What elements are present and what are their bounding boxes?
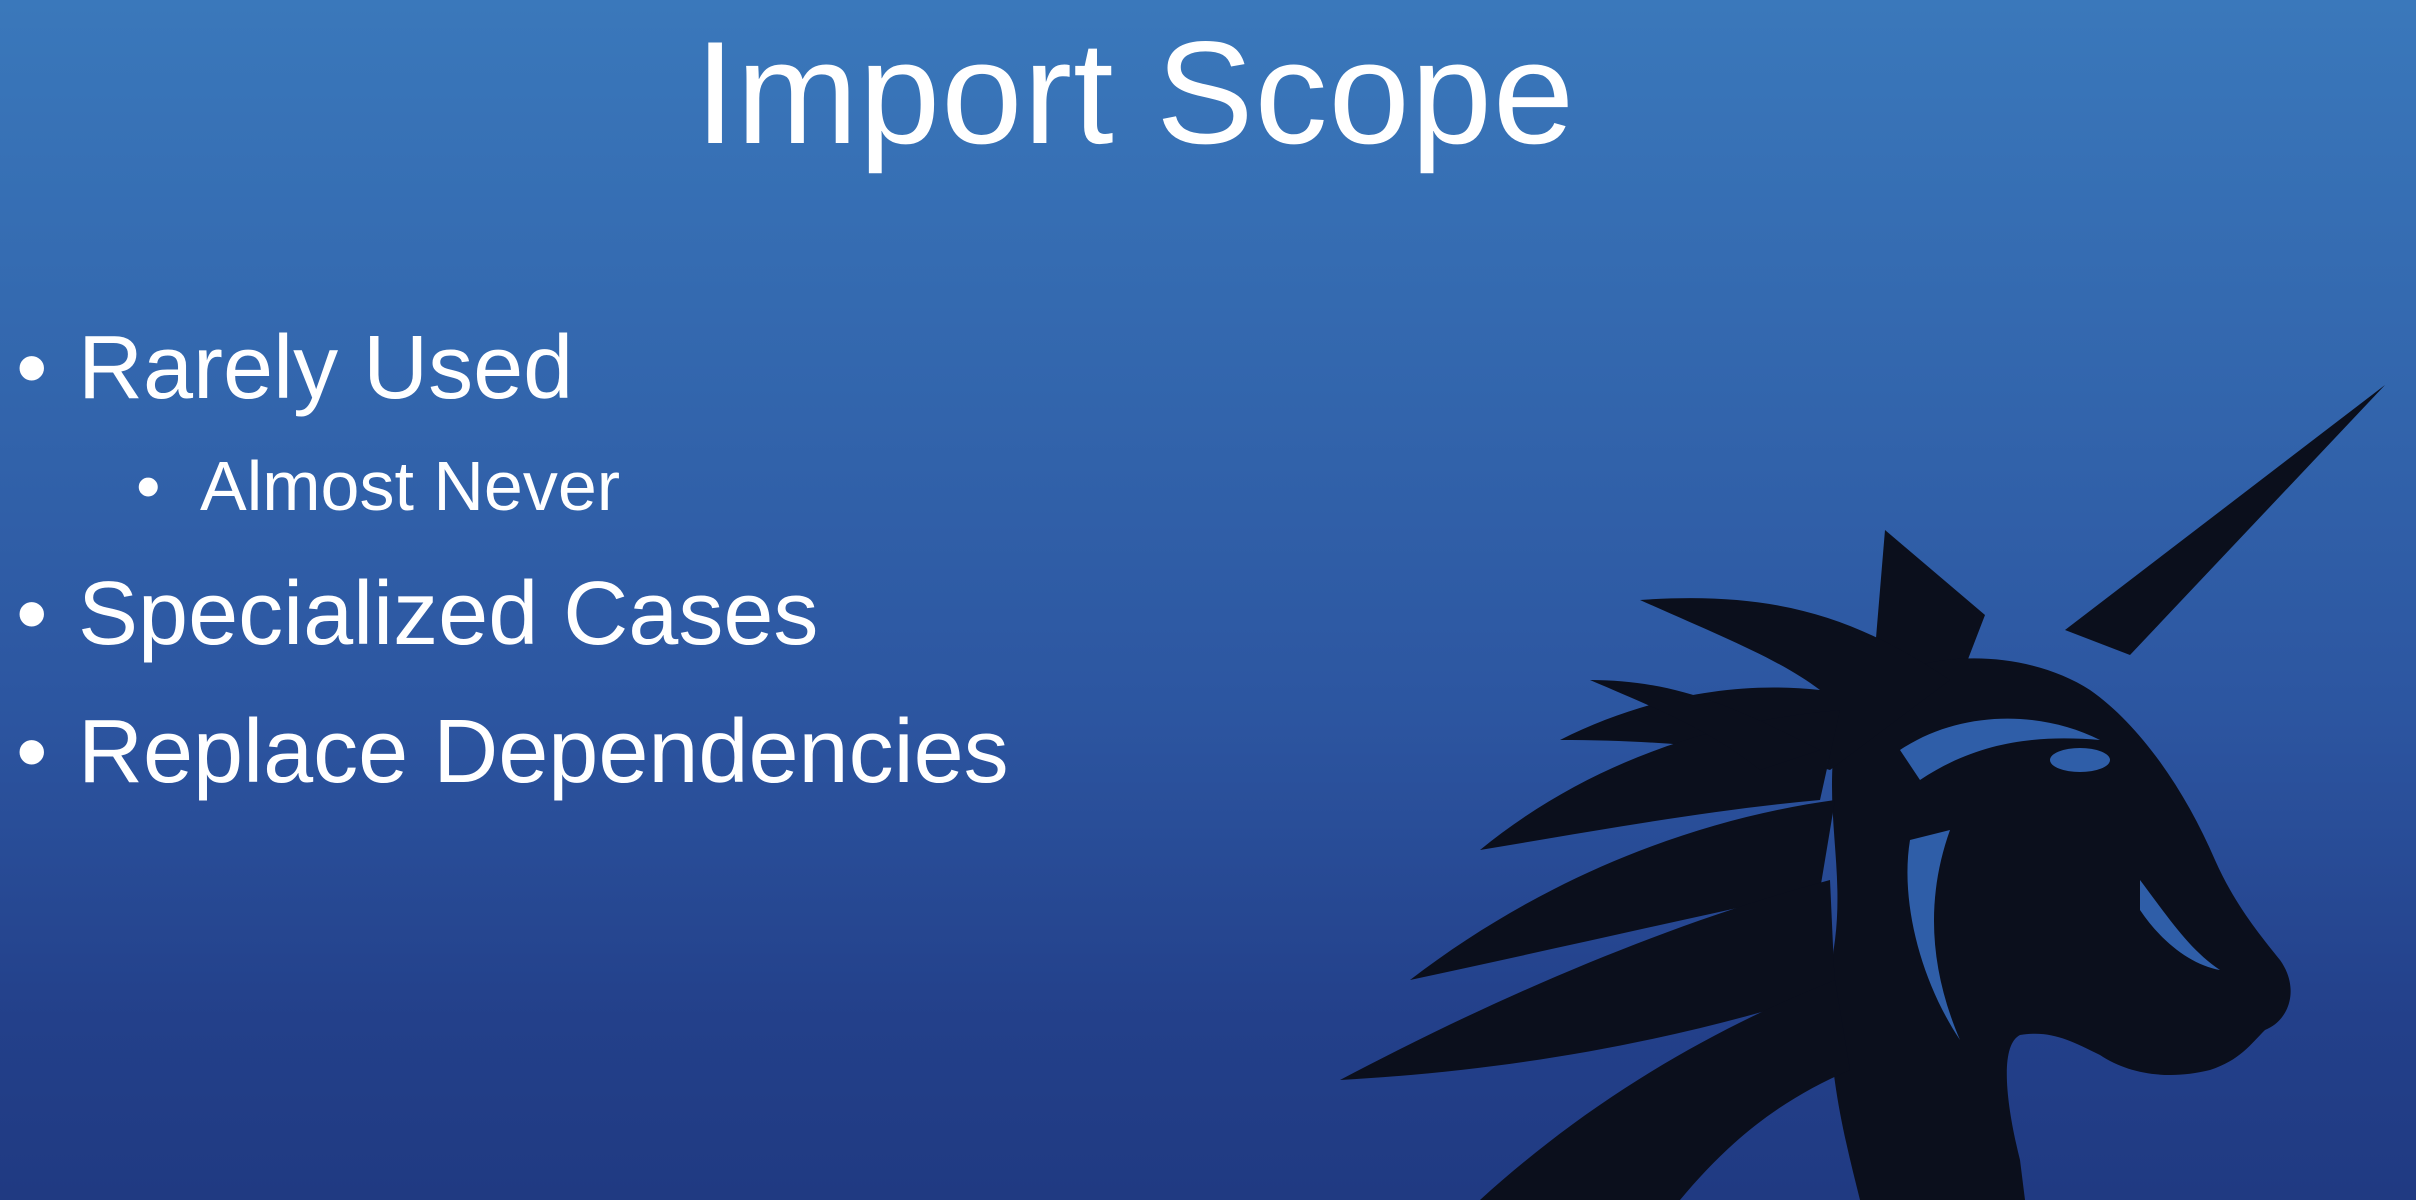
slide-title: Import Scope [694,11,1576,174]
bullet-marker: • [16,564,48,664]
sub-bullet-marker: • [136,447,161,525]
bullet-item: • Replace Dependencies [0,702,1009,802]
slide: Import Scope • Rarely Used • Almost Never … [0,0,2416,1200]
bullet-item: • Rarely Used [0,318,573,418]
bullet-text: Rarely Used [78,318,574,418]
bullet-marker: • [16,318,48,418]
sub-bullet-text: Almost Never [200,447,621,525]
bullet-text: Replace Dependencies [78,702,1009,802]
bullet-text: Specialized Cases [78,564,819,664]
sub-bullet-item: • Almost Never [136,446,620,526]
unicorn-head-icon [1340,385,2385,1200]
bullet-item: • Specialized Cases [0,564,818,664]
bullet-marker: • [16,702,48,802]
